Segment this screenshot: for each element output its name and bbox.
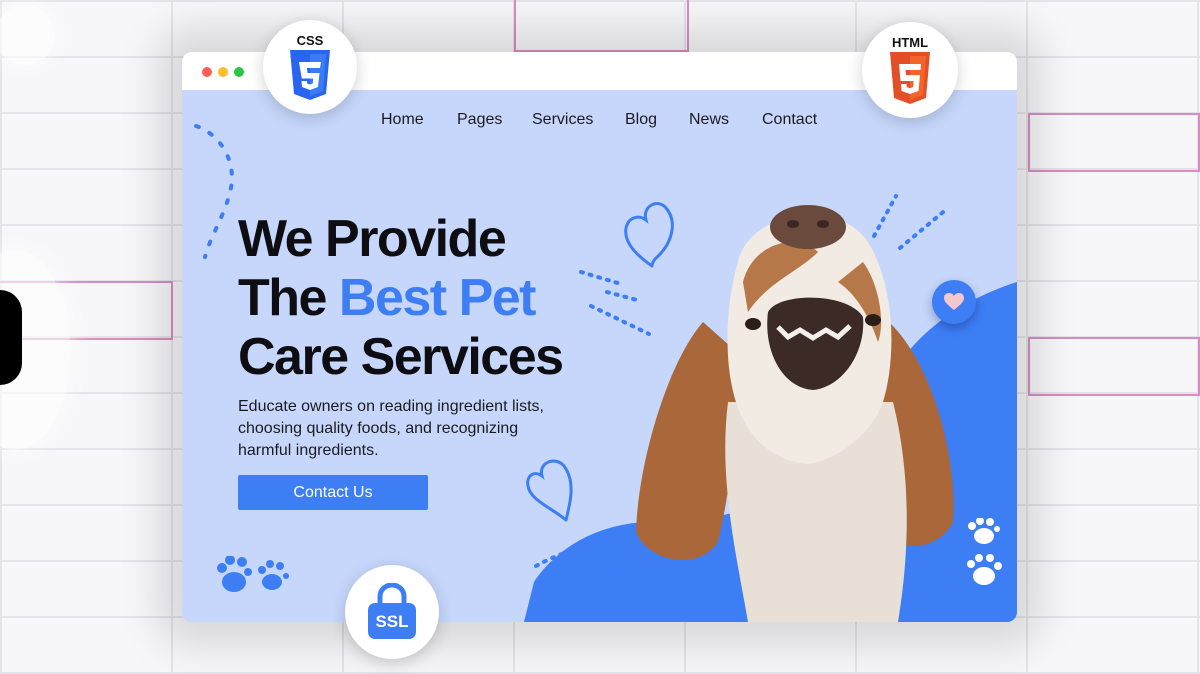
css-badge: CSS — [263, 20, 357, 114]
headline-line-2: The Best Pet — [238, 269, 563, 328]
css-label: CSS — [296, 33, 324, 48]
nav-home[interactable]: Home — [381, 111, 424, 129]
paw-print-icon — [217, 556, 289, 592]
window-minimize-dot[interactable] — [218, 67, 228, 77]
background-outline-box — [514, 0, 689, 52]
background-outline-box — [1028, 337, 1200, 396]
nav-pages[interactable]: Pages — [457, 111, 502, 129]
window-close-dot[interactable] — [202, 67, 212, 77]
ssl-badge: SSL — [345, 565, 439, 659]
headline-accent: Best Pet — [338, 269, 537, 327]
heart-bubble-icon — [932, 280, 976, 324]
css3-shield-icon — [290, 50, 330, 100]
contact-us-button[interactable]: Contact Us — [238, 475, 428, 510]
nav-news[interactable]: News — [689, 111, 729, 129]
background-dark-shape — [0, 290, 22, 385]
hero-headline: We Provide The Best Pet Care Services — [238, 210, 564, 387]
headline-line-2-prefix: The — [238, 269, 339, 327]
window-maximize-dot[interactable] — [234, 67, 244, 77]
dog-image — [636, 205, 954, 622]
html5-shield-icon — [890, 52, 930, 104]
hero-description: Educate owners on reading ingredient lis… — [238, 398, 544, 459]
ssl-label: SSL — [375, 612, 409, 631]
paw-print-icon — [967, 518, 1002, 585]
html-label: HTML — [891, 35, 929, 50]
headline-line-1: We Provide — [238, 210, 507, 268]
browser-window: Home Pages Services Blog News Contact We… — [182, 52, 1017, 622]
dashed-lines-decoration — [534, 538, 620, 580]
nav-contact[interactable]: Contact — [762, 111, 817, 129]
background-outline-box — [1028, 113, 1200, 172]
nav-services[interactable]: Services — [532, 111, 593, 129]
nav-blog[interactable]: Blog — [625, 111, 657, 129]
heart-outline-icon — [526, 459, 573, 522]
html-badge: HTML — [862, 22, 958, 118]
headline-line-3: Care Services — [238, 328, 564, 386]
